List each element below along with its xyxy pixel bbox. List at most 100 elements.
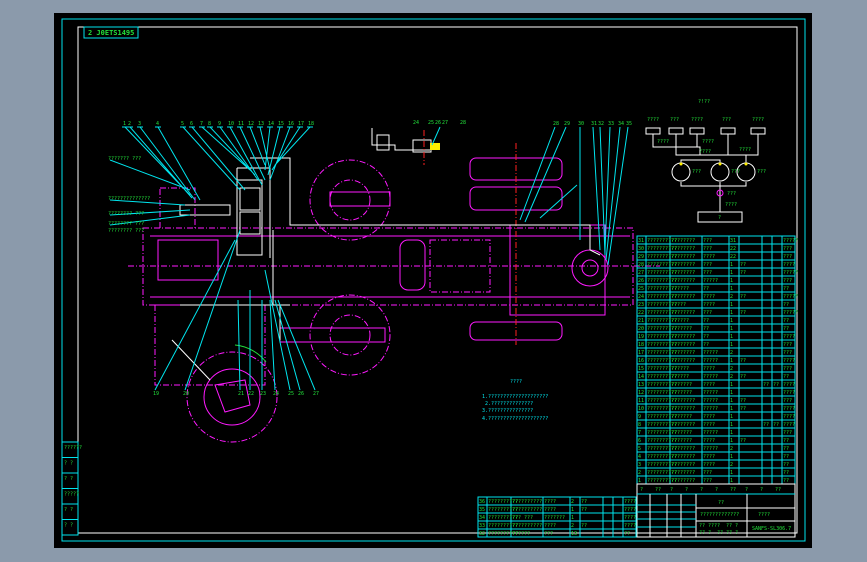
parts-cell: ????? (703, 358, 718, 364)
parts-cell: 32 (479, 531, 485, 537)
parts-cell: 1 (730, 262, 733, 268)
parts-cell: 21 (638, 318, 644, 324)
parts-list-right: 31????????????????????? 31 ?????30????????… (636, 235, 798, 485)
parts-cell: 1 (730, 406, 733, 412)
parts-cell: ?? (581, 523, 587, 529)
title-block-cell: ?? (717, 530, 723, 536)
callout-label: 24 (273, 391, 279, 397)
parts-cell: 11 (638, 398, 644, 404)
parts-cell: 1 (730, 326, 733, 332)
parts-cell: 12 (638, 390, 644, 396)
parts-cell: ???? (783, 334, 795, 340)
parts-cell: ?? (624, 531, 630, 537)
valve-label: ???? (647, 117, 659, 123)
parts-cell: 1 (730, 430, 733, 436)
parts-cell: ???????? (671, 254, 695, 260)
title-block: ?? ????????????? ???? SANFS-SL306.7 ????… (636, 483, 796, 538)
parts-cell: ????? (783, 238, 798, 244)
parts-row: 21?????????????????? 1?? (638, 318, 789, 324)
valve-label: ??? (727, 191, 736, 197)
parts-cell: 5 (638, 446, 641, 452)
front-wheel-lower (279, 294, 391, 376)
parts-cell: ??? (703, 262, 712, 268)
valve-detail (371, 128, 440, 165)
parts-cell: 2 (571, 523, 574, 529)
title-block-cell: ? (700, 487, 703, 493)
parts-cell: ?? (581, 499, 587, 505)
parts-cell: ???????? (671, 238, 695, 244)
parts-cell: 2 (730, 374, 733, 380)
parts-cell: 22 (730, 254, 736, 260)
side-note: ??????? ??? (108, 156, 141, 162)
tank-label: ??? (692, 169, 701, 175)
parts-cell: ?? (740, 374, 746, 380)
parts-cell: 1 (730, 334, 733, 340)
parts-cell: ???? (624, 507, 636, 513)
parts-cell: ??? (703, 478, 712, 484)
parts-cell: ???? (703, 366, 715, 372)
title-block-cell: ?? (730, 487, 736, 493)
parts-cell: 1 (730, 382, 733, 388)
parts-cell: ??? (783, 350, 792, 356)
parts-cell: ???????? (671, 246, 695, 252)
parts-row: 16??????????????????????? 1?????? (638, 358, 795, 364)
revision-cell: ? ? (64, 476, 73, 482)
parts-cell: ??????? (671, 430, 692, 436)
title-block-cell: ? (745, 487, 748, 493)
parts-cell: ????? (783, 310, 798, 316)
parts-cell: ???????? (671, 350, 695, 356)
callout-label: 27 (313, 391, 319, 397)
parts-cell: ???? (783, 390, 795, 396)
parts-cell: ???? (703, 414, 715, 420)
title-block-cell: ? (685, 487, 688, 493)
parts-row: 30????????????????????? 22??? (638, 246, 792, 252)
parts-cell: ??????? (671, 326, 692, 332)
parts-cell: 1 (730, 270, 733, 276)
title-block-cell: ?? (699, 523, 705, 529)
title-block-cell: ? (735, 530, 738, 536)
parts-cell: 15 (638, 366, 644, 372)
revision-cell: ? ? (64, 461, 73, 467)
parts-cell: 1 (730, 286, 733, 292)
brake-chamber-icon (720, 127, 736, 135)
parts-cell: 2 (571, 499, 574, 505)
parts-row: 6????????????????????? 1???? (638, 438, 789, 444)
brake-chamber-icon (668, 127, 684, 135)
parts-cell: ???? (703, 302, 715, 308)
title-block-cell: ? (760, 487, 763, 493)
parts-cell: ?? (783, 326, 789, 332)
parts-row: 34????????????? ?????????? 1???? (479, 515, 636, 521)
box-label: ? (718, 215, 721, 221)
parts-cell: ?? (783, 318, 789, 324)
drawing-name: ????????????? (700, 512, 739, 518)
drawing-sheet: 2 J0ETS1495 1 2 3 4 5 6 7 8 9 10 11 12 1… (54, 13, 812, 548)
parts-cell: 1 (730, 454, 733, 460)
parts-row: 29?????????????????????? 22??? (638, 254, 792, 260)
parts-cell: ??? (703, 310, 712, 316)
title-block-cell: ??? (708, 523, 717, 529)
valve-label: ???? (691, 117, 703, 123)
brake-chamber-icon (689, 127, 705, 135)
callout-label: 21 (238, 391, 244, 397)
note-line: 3.??????????????? (482, 408, 533, 414)
parts-row: 4?????????????????????? 1?? (638, 454, 789, 460)
parts-cell: ?? (581, 507, 587, 513)
parts-cell: ?? (773, 382, 779, 388)
parts-cell: ?? (773, 422, 779, 428)
parts-row: 25?????????????????? 1?? (638, 286, 789, 292)
callout-label: 27 (442, 120, 448, 126)
parts-row: 13????????????????????? 1???????? (638, 382, 795, 388)
callout-label: 28 (460, 120, 466, 126)
parts-cell: ???? (703, 422, 715, 428)
parts-cell: 1 (730, 342, 733, 348)
parts-cell: 17 (638, 350, 644, 356)
callout-label: 25 (428, 120, 434, 126)
parts-cell: ?? (740, 358, 746, 364)
parts-cell: ?????? (671, 374, 689, 380)
parts-cell: ???? (703, 254, 715, 260)
callout-label: 10 (228, 121, 234, 127)
valve-label: ???? (725, 202, 737, 208)
parts-cell: ?? (783, 446, 789, 452)
parts-cell: ???? (544, 523, 556, 529)
title-block-cell: ? (640, 487, 643, 493)
